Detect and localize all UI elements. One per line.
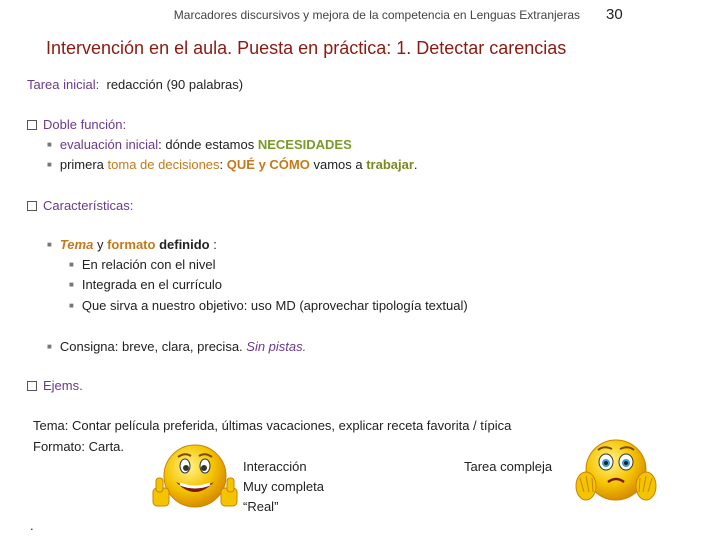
square-bullet-icon: ■ (47, 160, 52, 170)
y-text: y (93, 237, 108, 252)
subitem-objetivo: ■ Que sirva a nuestro objetivo: uso MD (a… (69, 298, 468, 313)
muy-completa-text: Muy completa (243, 479, 324, 494)
slide-title: Intervención en el aula. Puesta en práct… (46, 38, 567, 58)
tarea-inicial-value: redacción (90 palabras) (106, 77, 244, 92)
square-bullet-icon: ■ (69, 301, 74, 311)
tema-formato-line: ■ Tema y formato definido : (47, 237, 217, 252)
doble-funcion-label: Doble función: (43, 117, 127, 132)
square-bullet-icon: ■ (69, 280, 74, 290)
toma-decisiones-text: toma de decisiones (107, 157, 220, 172)
tarea-inicial-line: Tarea inicial: redacción (90 palabras) (27, 77, 243, 92)
sin-pistas-text: Sin pistas. (246, 339, 307, 354)
checkbox-bullet-icon (27, 380, 37, 391)
subitem-curriculo: ■ Integrada en el currículo (69, 277, 222, 292)
worried-smiley-icon (575, 439, 657, 501)
period-text: . (413, 157, 418, 172)
necesidades-text: NECESIDADES (257, 137, 352, 152)
evaluacion-inicial-text: evaluación inicial (59, 137, 159, 152)
stray-dot: . (30, 518, 34, 533)
doble-funcion-item-2: ■ primera toma de decisiones: QUÉ y CÓMO … (47, 157, 418, 172)
subitem-text: En relación con el nivel (81, 257, 216, 272)
doble-funcion-heading: Doble función: (27, 117, 126, 132)
ejems-formato-line: Formato: Carta. (33, 439, 125, 454)
real-text: “Real” (243, 499, 279, 514)
formato-text: formato (107, 237, 156, 252)
thumbs-up-smiley-icon (152, 444, 238, 508)
checkbox-bullet-icon (27, 119, 37, 130)
caracteristicas-label: Características: (43, 198, 134, 213)
subitem-text: Integrada en el currículo (81, 277, 223, 292)
checkbox-bullet-icon (27, 200, 37, 211)
square-bullet-icon: ■ (69, 260, 74, 270)
tarea-inicial-label: Tarea inicial: (27, 77, 100, 92)
tarea-compleja-text: Tarea compleja (464, 459, 553, 474)
interaccion-text: Interacción (243, 459, 307, 474)
square-bullet-icon: ■ (47, 240, 52, 250)
slide-header: Marcadores discursivos y mejora de la co… (173, 8, 580, 22)
ejems-heading: Ejems. (27, 378, 83, 393)
consigna-text: Consigna: breve, clara, precisa. (59, 339, 247, 354)
doble-funcion-item-1: ■ evaluación inicial: dónde estamos NECES… (47, 137, 352, 152)
caracteristicas-heading: Características: (27, 198, 133, 213)
consigna-line: ■ Consigna: breve, clara, precisa. Sin pi… (47, 339, 306, 354)
subitem-nivel: ■ En relación con el nivel (69, 257, 216, 272)
donde-estamos-text: : dónde estamos (158, 137, 258, 152)
ejems-tema-line: Tema: Contar película preferida, últimas… (33, 418, 512, 433)
primera-text: primera (59, 157, 108, 172)
colon-text: : (219, 157, 227, 172)
colon-text: : (209, 237, 217, 252)
que-y-como-text: QUÉ y CÓMO (226, 157, 310, 172)
trabajar-text: trabajar (366, 157, 414, 172)
square-bullet-icon: ■ (47, 342, 52, 352)
vamos-a-text: vamos a (309, 157, 367, 172)
definido-text: definido (155, 237, 210, 252)
square-bullet-icon: ■ (47, 140, 52, 150)
page-number: 30 (606, 6, 623, 23)
tema-text: Tema (59, 237, 94, 252)
ejems-label: Ejems. (43, 378, 83, 393)
subitem-text: Que sirva a nuestro objetivo: uso MD (ap… (81, 298, 468, 313)
